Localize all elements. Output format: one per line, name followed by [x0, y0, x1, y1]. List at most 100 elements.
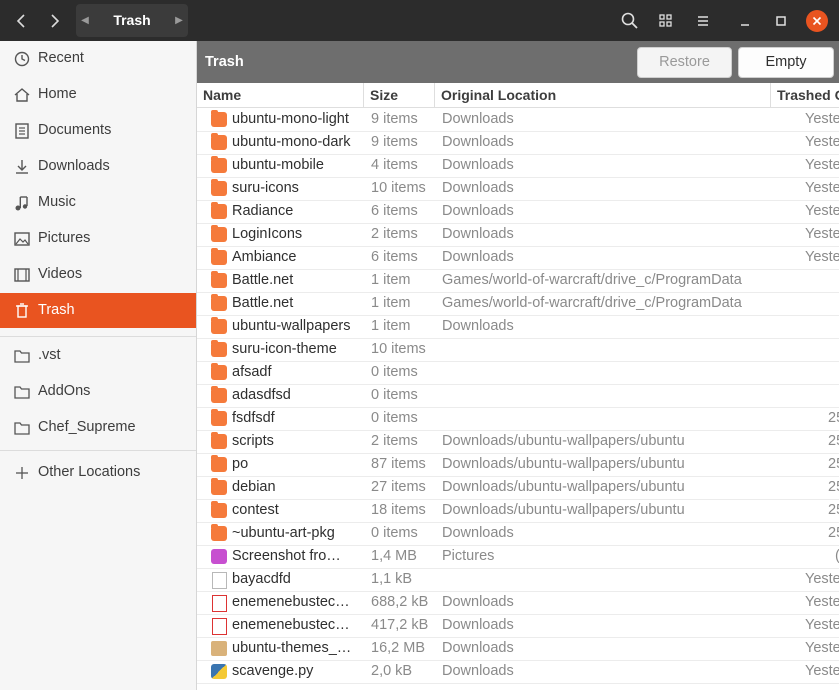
file-name: po — [232, 456, 249, 472]
table-row[interactable]: enemenebustec… 417,2 kB Downloads Yeste — [197, 614, 839, 638]
sidebar-item-downloads[interactable]: Downloads — [0, 149, 196, 184]
python-file-icon — [211, 664, 227, 679]
table-row[interactable]: debian 27 items Downloads/ubuntu-wallpaper… — [197, 476, 839, 500]
table-row[interactable]: afsadf 0 items — [197, 361, 839, 385]
view-grid-icon[interactable] — [654, 9, 678, 33]
column-header-name[interactable]: Name — [203, 83, 241, 107]
sidebar-item-label: Videos — [38, 266, 83, 282]
path-right-arrow-icon[interactable]: ▶ — [170, 4, 188, 37]
file-trashed-date: Yeste — [805, 594, 839, 610]
table-row[interactable]: bayacdfd 1,1 kB Yeste — [197, 568, 839, 592]
menu-icon[interactable] — [691, 9, 715, 33]
videos-icon — [14, 268, 30, 282]
forward-button[interactable] — [39, 6, 71, 36]
table-row[interactable]: ~ubuntu-art-pkg 0 items Downloads 25 — [197, 522, 839, 546]
path-left-arrow-icon[interactable]: ◀ — [76, 4, 94, 37]
sidebar-item-pictures[interactable]: Pictures — [0, 221, 196, 256]
file-trashed-date: Yeste — [805, 617, 839, 633]
column-header-trashed[interactable]: Trashed O — [777, 83, 839, 107]
sidebar-item-label: Recent — [38, 50, 84, 66]
sidebar-item-documents[interactable]: Documents — [0, 113, 196, 148]
sidebar-item-addons[interactable]: AddOns — [0, 374, 196, 409]
file-size: 10 items — [371, 180, 426, 196]
file-name: ubuntu-mono-dark — [232, 134, 351, 150]
table-row[interactable]: ubuntu-themes_… 16,2 MB Downloads Yeste — [197, 637, 839, 661]
file-original-location: Downloads — [442, 594, 514, 610]
table-row[interactable]: LoginIcons 2 items Downloads Yeste — [197, 223, 839, 247]
folder-icon — [211, 271, 227, 288]
file-original-location: Pictures — [442, 548, 495, 564]
close-button[interactable] — [806, 10, 828, 32]
file-name: fsdfsdf — [232, 410, 275, 426]
table-row[interactable]: scavenge.py 2,0 kB Downloads Yeste — [197, 660, 839, 684]
table-row[interactable]: adasdfsd 0 items — [197, 384, 839, 408]
file-size: 9 items — [371, 134, 418, 150]
sidebar-item-label: Music — [38, 194, 76, 210]
sidebar-item-chef-supreme[interactable]: Chef_Supreme — [0, 410, 196, 445]
file-trashed-date: Yeste — [805, 203, 839, 219]
table-row[interactable]: scripts 2 items Downloads/ubuntu-wallpaper… — [197, 430, 839, 454]
column-header-location[interactable]: Original Location — [441, 83, 556, 107]
table-row[interactable]: Battle.net 1 item Games/world-of-warcraft/… — [197, 292, 839, 316]
table-row[interactable]: ubuntu-mono-dark 9 items Downloads Yeste — [197, 131, 839, 155]
file-size: 6 items — [371, 203, 418, 219]
table-row[interactable]: Radiance 6 items Downloads Yeste — [197, 200, 839, 224]
file-original-location: Downloads/ubuntu-wallpapers/ubuntu — [442, 502, 685, 518]
home-icon — [14, 88, 30, 102]
file-name: debian — [232, 479, 276, 495]
minimize-icon — [741, 24, 749, 26]
folder-icon — [211, 340, 227, 357]
table-row[interactable]: suru-icon-theme 10 items — [197, 338, 839, 362]
archive-file-icon — [211, 641, 227, 656]
table-row[interactable]: ubuntu-mono-light 9 items Downloads Yeste — [197, 108, 839, 132]
column-separator[interactable] — [363, 83, 364, 107]
sidebar-item-trash[interactable]: Trash — [0, 293, 196, 328]
table-row[interactable]: po 87 items Downloads/ubuntu-wallpapers/ub… — [197, 453, 839, 477]
empty-button[interactable]: Empty — [738, 47, 834, 78]
text-file-icon — [212, 572, 227, 589]
sidebar-item-music[interactable]: Music — [0, 185, 196, 220]
path-label[interactable]: Trash — [94, 4, 170, 37]
trash-icon — [16, 303, 28, 318]
file-size: 1,4 MB — [371, 548, 417, 564]
file-original-location: Downloads — [442, 111, 514, 127]
sidebar-item-label: Chef_Supreme — [38, 419, 136, 435]
sidebar-item-videos[interactable]: Videos — [0, 257, 196, 292]
file-size: 4 items — [371, 157, 418, 173]
file-name: enemenebustec… — [232, 617, 350, 633]
table-row[interactable]: Battle.net 1 item Games/world-of-warcraft/… — [197, 269, 839, 293]
sidebar-item-home[interactable]: Home — [0, 77, 196, 112]
table-row[interactable]: enemenebustec… 688,2 kB Downloads Yeste — [197, 591, 839, 615]
folder-icon — [14, 386, 30, 399]
table-row[interactable]: ubuntu-mobile 4 items Downloads Yeste — [197, 154, 839, 178]
sidebar-item-vst[interactable]: .vst — [0, 338, 196, 373]
table-row[interactable]: ubuntu-wallpapers 1 item Downloads — [197, 315, 839, 339]
restore-button[interactable]: Restore — [637, 47, 732, 78]
minimize-button[interactable] — [735, 11, 755, 31]
trash-title: Trash — [205, 54, 244, 70]
file-trashed-date: ( — [835, 545, 839, 568]
table-row[interactable]: contest 18 items Downloads/ubuntu-wallpape… — [197, 499, 839, 523]
sidebar-item-label: AddOns — [38, 383, 91, 399]
table-row[interactable]: Screenshot fro… 1,4 MB Pictures ( — [197, 545, 839, 569]
path-bar[interactable]: ◀ Trash ▶ — [76, 4, 188, 37]
maximize-button[interactable] — [771, 11, 791, 31]
column-separator[interactable] — [770, 83, 771, 107]
column-header-size[interactable]: Size — [370, 83, 398, 107]
sidebar-item-recent[interactable]: Recent — [0, 41, 196, 76]
search-icon[interactable] — [618, 9, 642, 33]
sidebar-item-other-locations[interactable]: Other Locations — [0, 455, 196, 490]
file-name: Radiance — [232, 203, 294, 219]
column-separator[interactable] — [434, 83, 435, 107]
file-original-location: Downloads — [442, 134, 514, 150]
sidebar: Recent Home Documents Downloads Music Pi… — [0, 41, 197, 690]
folder-icon — [211, 248, 227, 265]
maximize-icon — [776, 16, 786, 26]
file-trashed-date: Yeste — [805, 157, 839, 173]
table-row[interactable]: fsdfsdf 0 items 25 — [197, 407, 839, 431]
table-row[interactable]: Ambiance 6 items Downloads Yeste — [197, 246, 839, 270]
table-row[interactable]: suru-icons 10 items Downloads Yeste — [197, 177, 839, 201]
back-button[interactable] — [5, 6, 37, 36]
file-size: 0 items — [371, 410, 418, 426]
trash-action-bar: Trash Restore Empty — [197, 41, 839, 83]
